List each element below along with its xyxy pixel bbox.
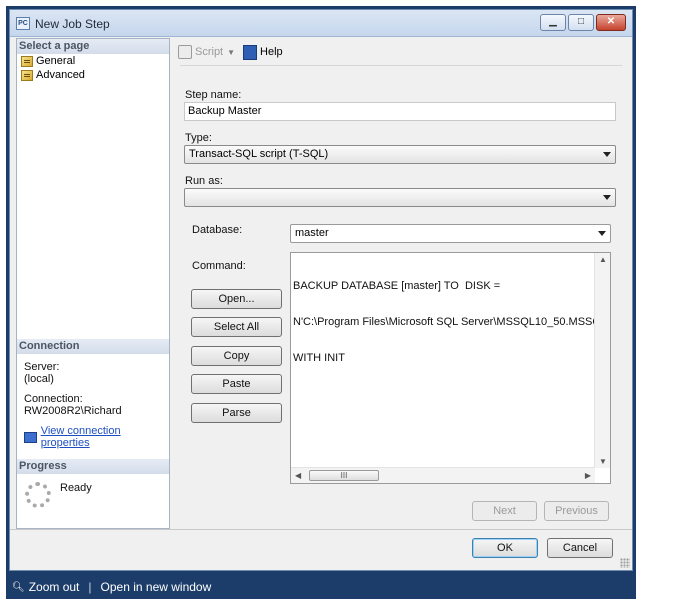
command-line: WITH INIT: [293, 352, 345, 364]
previous-button[interactable]: Previous: [544, 501, 609, 521]
command-editor[interactable]: BACKUP DATABASE [master] TO DISK = N'C:\…: [290, 252, 611, 484]
close-button[interactable]: ✕: [596, 14, 626, 31]
connection-label: Connection:: [24, 393, 83, 405]
script-label: Script: [195, 46, 224, 58]
connection-header: Connection: [17, 339, 169, 354]
page-icon: [21, 69, 33, 81]
server-label: Server:: [24, 361, 60, 373]
page-item-general[interactable]: General: [21, 54, 75, 68]
select-all-button[interactable]: Select All: [191, 317, 282, 337]
ok-button[interactable]: OK: [472, 538, 538, 558]
page-icon: [21, 55, 33, 67]
type-selected-value: Transact-SQL script (T-SQL): [189, 148, 329, 160]
parse-button[interactable]: Parse: [191, 403, 282, 423]
minimize-button[interactable]: ▁: [540, 14, 566, 31]
open-new-window-link[interactable]: Open in new window: [101, 580, 212, 594]
connection-properties-icon: [24, 431, 37, 443]
type-label: Type:: [185, 132, 212, 144]
cancel-button[interactable]: Cancel: [547, 538, 613, 558]
copy-button[interactable]: Copy: [191, 346, 282, 366]
zoom-out-link[interactable]: Zoom out: [29, 580, 80, 594]
right-pane: Script ▼ Help Step name: Backup Master T…: [170, 38, 630, 529]
progress-status: Ready: [60, 482, 92, 494]
help-button[interactable]: Help: [243, 44, 283, 60]
toolbar-divider: [180, 65, 622, 66]
database-label: Database:: [192, 224, 243, 236]
viewer-footer: 🔍︎ Zoom out | Open in new window: [6, 575, 636, 599]
left-pane: Select a page General Advanced Connectio…: [16, 38, 170, 529]
scroll-right-icon[interactable]: ▶: [585, 471, 591, 480]
view-connection-properties-label: View connection properties: [40, 425, 121, 449]
page-item-label: Advanced: [36, 69, 85, 81]
maximize-button[interactable]: □: [568, 14, 594, 31]
progress-header: Progress: [17, 459, 169, 474]
scroll-up-icon[interactable]: ▲: [599, 255, 607, 264]
command-text: BACKUP DATABASE [master] TO DISK = N'C:\…: [293, 256, 594, 456]
run-as-label: Run as:: [185, 175, 223, 187]
select-page-header: Select a page: [17, 39, 169, 54]
footer-separator: |: [88, 580, 92, 594]
chevron-down-icon: [603, 152, 611, 157]
view-connection-properties-link[interactable]: View connection properties: [24, 425, 169, 449]
paste-button[interactable]: Paste: [191, 374, 282, 394]
title-bar[interactable]: PC New Job Step ▁ □ ✕: [10, 10, 632, 37]
type-select[interactable]: Transact-SQL script (T-SQL): [184, 145, 616, 164]
horizontal-scrollbar[interactable]: ◀ III ▶: [291, 467, 595, 483]
sql-app-icon: PC: [16, 17, 30, 30]
chevron-down-icon: [603, 195, 611, 200]
step-name-input[interactable]: Backup Master: [184, 102, 616, 121]
step-name-label: Step name:: [185, 89, 242, 101]
command-line: BACKUP DATABASE [master] TO DISK =: [293, 280, 501, 292]
new-job-step-dialog: PC New Job Step ▁ □ ✕ Select a page Gene…: [9, 9, 633, 571]
run-as-select[interactable]: [184, 188, 616, 207]
page-item-label: General: [36, 55, 76, 67]
window-title: New Job Step: [35, 17, 110, 31]
chevron-down-icon: [598, 231, 606, 236]
progress-spinner-icon: [25, 482, 51, 508]
connection-value: RW2008R2\Richard: [24, 405, 122, 417]
scroll-down-icon[interactable]: ▼: [599, 457, 607, 466]
magnifier-icon: 🔍︎: [12, 581, 25, 593]
database-selected-value: master: [295, 227, 329, 239]
resize-grip-icon[interactable]: [620, 558, 630, 568]
server-value: (local): [24, 373, 54, 385]
help-label: Help: [260, 46, 283, 58]
scroll-left-icon[interactable]: ◀: [295, 471, 301, 480]
script-icon: [178, 45, 192, 59]
open-button[interactable]: Open...: [191, 289, 282, 309]
script-button[interactable]: Script: [178, 45, 223, 59]
toolbar: Script ▼ Help: [178, 41, 291, 63]
next-button[interactable]: Next: [472, 501, 537, 521]
database-select[interactable]: master: [290, 224, 611, 243]
command-label: Command:: [192, 260, 246, 272]
help-icon: [243, 44, 258, 60]
page-item-advanced[interactable]: Advanced: [21, 68, 85, 82]
script-dropdown-chevron-down-icon[interactable]: ▼: [227, 48, 235, 57]
horizontal-scroll-thumb[interactable]: III: [309, 470, 379, 481]
dialog-button-bar: OK Cancel: [10, 529, 632, 570]
command-line: N'C:\Program Files\Microsoft SQL Server\…: [293, 316, 594, 328]
vertical-scrollbar[interactable]: ▲ ▼: [594, 253, 610, 468]
